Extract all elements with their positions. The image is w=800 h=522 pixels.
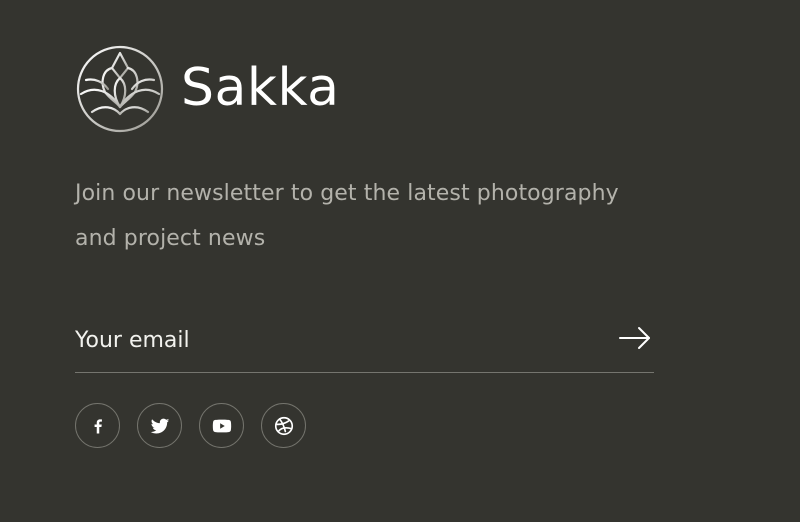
- facebook-icon: [94, 418, 102, 433]
- email-form: [75, 317, 654, 373]
- email-input[interactable]: [75, 317, 595, 363]
- dribbble-link[interactable]: [261, 403, 306, 448]
- newsletter-description: Join our newsletter to get the latest ph…: [75, 181, 619, 251]
- lotus-circle-icon: [76, 45, 164, 133]
- youtube-icon: [212, 419, 231, 432]
- brand: Sakka: [75, 43, 655, 135]
- social-links: [75, 403, 655, 448]
- twitter-link[interactable]: [137, 403, 182, 448]
- facebook-link[interactable]: [75, 403, 120, 448]
- twitter-icon: [150, 418, 169, 434]
- arrow-right-icon: [619, 327, 650, 349]
- newsletter-footer: Sakka Join our newsletter to get the lat…: [75, 43, 655, 448]
- youtube-link[interactable]: [199, 403, 244, 448]
- submit-button[interactable]: [618, 322, 654, 354]
- brand-name: Sakka: [181, 58, 340, 118]
- dribbble-icon: [274, 416, 293, 435]
